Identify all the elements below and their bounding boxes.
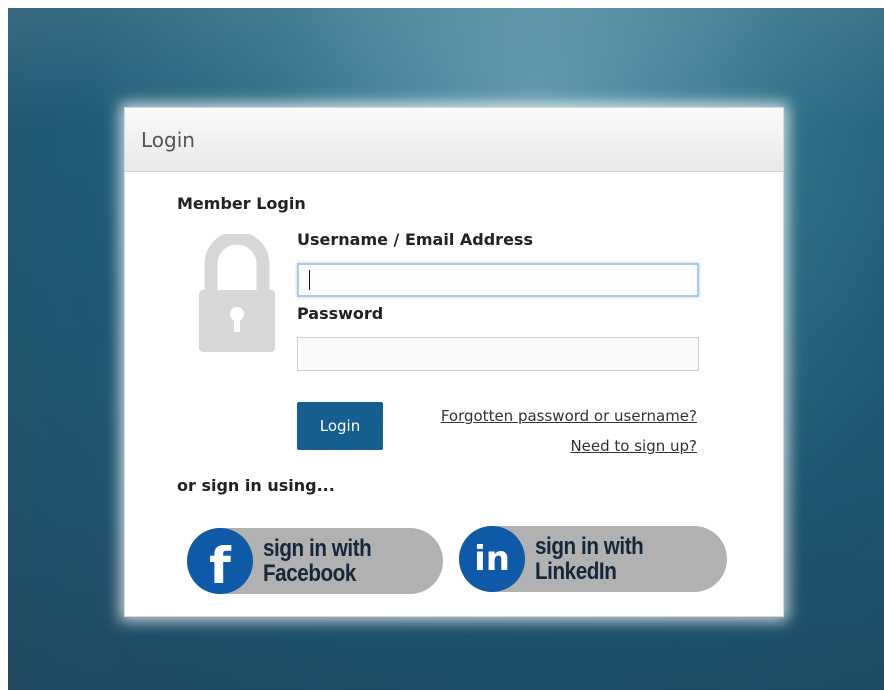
login-dialog: Login Member Login Username / Email Addr… <box>124 107 784 617</box>
lock-icon <box>199 234 275 352</box>
linkedin-icon: in <box>459 526 525 592</box>
member-login-heading: Member Login <box>177 194 306 213</box>
username-label: Username / Email Address <box>297 230 533 249</box>
facebook-button-label: sign in with Facebook <box>263 535 372 587</box>
facebook-label-line2: Facebook <box>263 560 356 587</box>
linkedin-label-line1: sign in with <box>535 533 644 560</box>
facebook-signin-button[interactable]: f sign in with Facebook <box>187 528 443 595</box>
facebook-icon: f <box>187 528 253 595</box>
social-signin-heading: or sign in using... <box>177 476 335 495</box>
linkedin-signin-button[interactable]: in sign in with LinkedIn <box>459 526 727 592</box>
linkedin-label-line2: LinkedIn <box>535 558 617 585</box>
linkedin-button-label: sign in with LinkedIn <box>535 533 644 585</box>
sign-up-link[interactable]: Need to sign up? <box>570 437 697 455</box>
forgot-password-link[interactable]: Forgotten password or username? <box>441 407 697 425</box>
text-caret <box>309 270 310 290</box>
dialog-title: Login <box>141 127 195 152</box>
username-input[interactable] <box>297 263 699 297</box>
login-button[interactable]: Login <box>297 402 383 450</box>
password-input[interactable] <box>297 337 699 371</box>
password-label: Password <box>297 304 384 323</box>
facebook-label-line1: sign in with <box>263 535 372 562</box>
dialog-header: Login <box>125 108 783 172</box>
